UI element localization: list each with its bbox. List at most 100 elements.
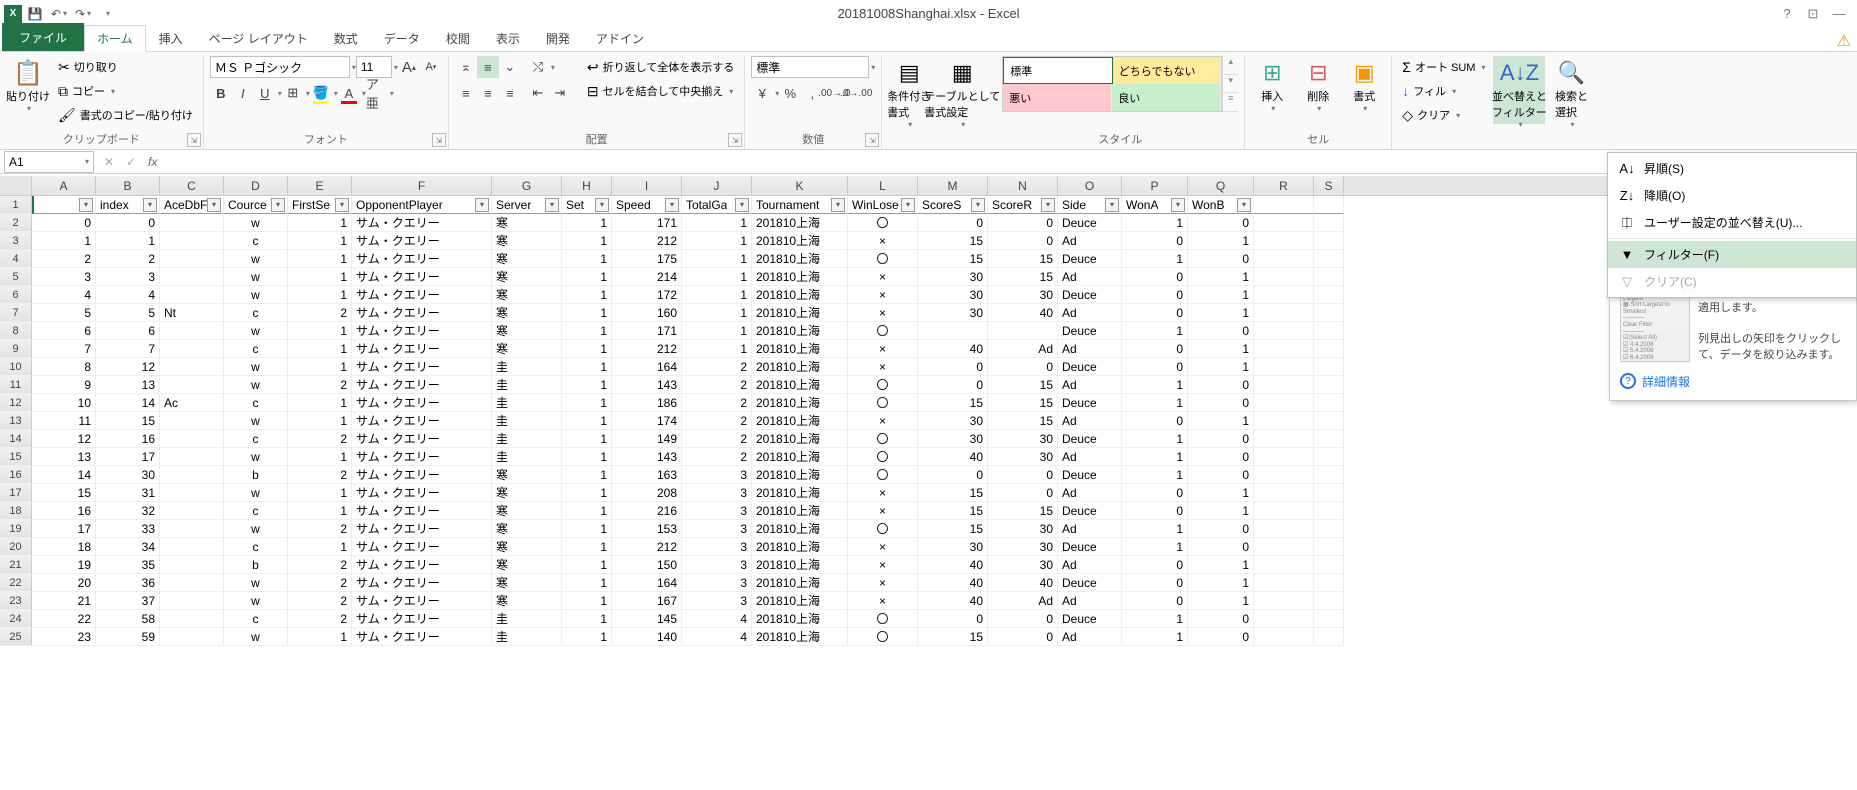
cell-N12[interactable]: 15	[988, 394, 1058, 412]
select-all-corner[interactable]	[0, 176, 32, 195]
cell-O24[interactable]: Deuce	[1058, 610, 1122, 628]
cell-A22[interactable]: 20	[32, 574, 96, 592]
cell-C11[interactable]	[160, 376, 224, 394]
cell-O6[interactable]: Deuce	[1058, 286, 1122, 304]
cell-G18[interactable]: 寒	[492, 502, 562, 520]
cell-B10[interactable]: 12	[96, 358, 160, 376]
fill-color-button[interactable]: 🪣	[310, 82, 332, 104]
cell-I20[interactable]: 212	[612, 538, 682, 556]
cell-Q13[interactable]: 1	[1188, 412, 1254, 430]
cell-J12[interactable]: 2	[682, 394, 752, 412]
filter-cell-P[interactable]: WonA▾	[1122, 196, 1188, 214]
row-header-24[interactable]: 24	[0, 610, 32, 628]
cell-N7[interactable]: 40	[988, 304, 1058, 322]
cell-Q9[interactable]: 1	[1188, 340, 1254, 358]
cell-Q8[interactable]: 0	[1188, 322, 1254, 340]
sort-desc-item[interactable]: Z↓降順(O)	[1608, 182, 1856, 209]
cell-O22[interactable]: Deuce	[1058, 574, 1122, 592]
cell-F18[interactable]: サム・クエリー	[352, 502, 492, 520]
cell-M12[interactable]: 15	[918, 394, 988, 412]
cell-L15[interactable]: 〇	[848, 448, 918, 466]
cell-C17[interactable]	[160, 484, 224, 502]
cell-O10[interactable]: Deuce	[1058, 358, 1122, 376]
cell-Q11[interactable]: 0	[1188, 376, 1254, 394]
cell-J18[interactable]: 3	[682, 502, 752, 520]
insert-cells-button[interactable]: ⊞挿入▾	[1251, 56, 1293, 124]
clear-button[interactable]: ◇クリア▾	[1398, 104, 1489, 126]
cell-S8[interactable]	[1314, 322, 1344, 340]
cell-M14[interactable]: 30	[918, 430, 988, 448]
cell-E13[interactable]: 1	[288, 412, 352, 430]
cell-I5[interactable]: 214	[612, 268, 682, 286]
cell-B22[interactable]: 36	[96, 574, 160, 592]
cell-L18[interactable]: ×	[848, 502, 918, 520]
cell-R8[interactable]	[1254, 322, 1314, 340]
cell-P22[interactable]: 0	[1122, 574, 1188, 592]
cell-I15[interactable]: 143	[612, 448, 682, 466]
cell-G11[interactable]: 圭	[492, 376, 562, 394]
cell-D22[interactable]: w	[224, 574, 288, 592]
col-header-B[interactable]: B	[96, 176, 160, 195]
cell-B6[interactable]: 4	[96, 286, 160, 304]
cell-D9[interactable]: c	[224, 340, 288, 358]
cell-D25[interactable]: w	[224, 628, 288, 646]
filter-cell-D[interactable]: Cource▾	[224, 196, 288, 214]
cell-K8[interactable]: 201810上海	[752, 322, 848, 340]
cell-L7[interactable]: ×	[848, 304, 918, 322]
cell-F4[interactable]: サム・クエリー	[352, 250, 492, 268]
cell-N25[interactable]: 0	[988, 628, 1058, 646]
cell-A18[interactable]: 16	[32, 502, 96, 520]
cell-P13[interactable]: 0	[1122, 412, 1188, 430]
row-header-14[interactable]: 14	[0, 430, 32, 448]
cell-C23[interactable]	[160, 592, 224, 610]
cell-K14[interactable]: 201810上海	[752, 430, 848, 448]
cell-J10[interactable]: 2	[682, 358, 752, 376]
cell-G20[interactable]: 寒	[492, 538, 562, 556]
cell-J3[interactable]: 1	[682, 232, 752, 250]
cell-D4[interactable]: w	[224, 250, 288, 268]
wrap-text-button[interactable]: ↩折り返して全体を表示する	[583, 56, 738, 78]
cell-Q23[interactable]: 1	[1188, 592, 1254, 610]
cell-M18[interactable]: 15	[918, 502, 988, 520]
cell-K11[interactable]: 201810上海	[752, 376, 848, 394]
row-header-2[interactable]: 2	[0, 214, 32, 232]
cell-D24[interactable]: c	[224, 610, 288, 628]
cell-C24[interactable]	[160, 610, 224, 628]
font-name-input[interactable]	[210, 56, 350, 78]
row-header-9[interactable]: 9	[0, 340, 32, 358]
cell-K7[interactable]: 201810上海	[752, 304, 848, 322]
cell-O23[interactable]: Ad	[1058, 592, 1122, 610]
cell-F13[interactable]: サム・クエリー	[352, 412, 492, 430]
cell-J22[interactable]: 3	[682, 574, 752, 592]
cell-G15[interactable]: 圭	[492, 448, 562, 466]
cell-A9[interactable]: 7	[32, 340, 96, 358]
cell-B12[interactable]: 14	[96, 394, 160, 412]
cell-S7[interactable]	[1314, 304, 1344, 322]
cell-A25[interactable]: 23	[32, 628, 96, 646]
cell-H6[interactable]: 1	[562, 286, 612, 304]
cell-M23[interactable]: 40	[918, 592, 988, 610]
cell-A23[interactable]: 21	[32, 592, 96, 610]
cell-G17[interactable]: 寒	[492, 484, 562, 502]
cell-R19[interactable]	[1254, 520, 1314, 538]
cell-I10[interactable]: 164	[612, 358, 682, 376]
col-header-R[interactable]: R	[1254, 176, 1314, 195]
cell-F5[interactable]: サム・クエリー	[352, 268, 492, 286]
cell-H4[interactable]: 1	[562, 250, 612, 268]
cell-I13[interactable]: 174	[612, 412, 682, 430]
cell-C10[interactable]	[160, 358, 224, 376]
cell-D3[interactable]: c	[224, 232, 288, 250]
row-header-22[interactable]: 22	[0, 574, 32, 592]
name-box[interactable]: A1▾	[4, 151, 94, 173]
cell-F10[interactable]: サム・クエリー	[352, 358, 492, 376]
cell-P3[interactable]: 0	[1122, 232, 1188, 250]
cell-L12[interactable]: 〇	[848, 394, 918, 412]
cell-R16[interactable]	[1254, 466, 1314, 484]
cell-A3[interactable]: 1	[32, 232, 96, 250]
align-center-icon[interactable]: ≡	[477, 82, 499, 104]
find-select-button[interactable]: 🔍検索と 選択▾	[1549, 56, 1593, 124]
style-bad[interactable]: 悪い	[1003, 84, 1112, 111]
filter-cell-M[interactable]: ScoreS▾	[918, 196, 988, 214]
cell-E12[interactable]: 1	[288, 394, 352, 412]
cell-B5[interactable]: 3	[96, 268, 160, 286]
